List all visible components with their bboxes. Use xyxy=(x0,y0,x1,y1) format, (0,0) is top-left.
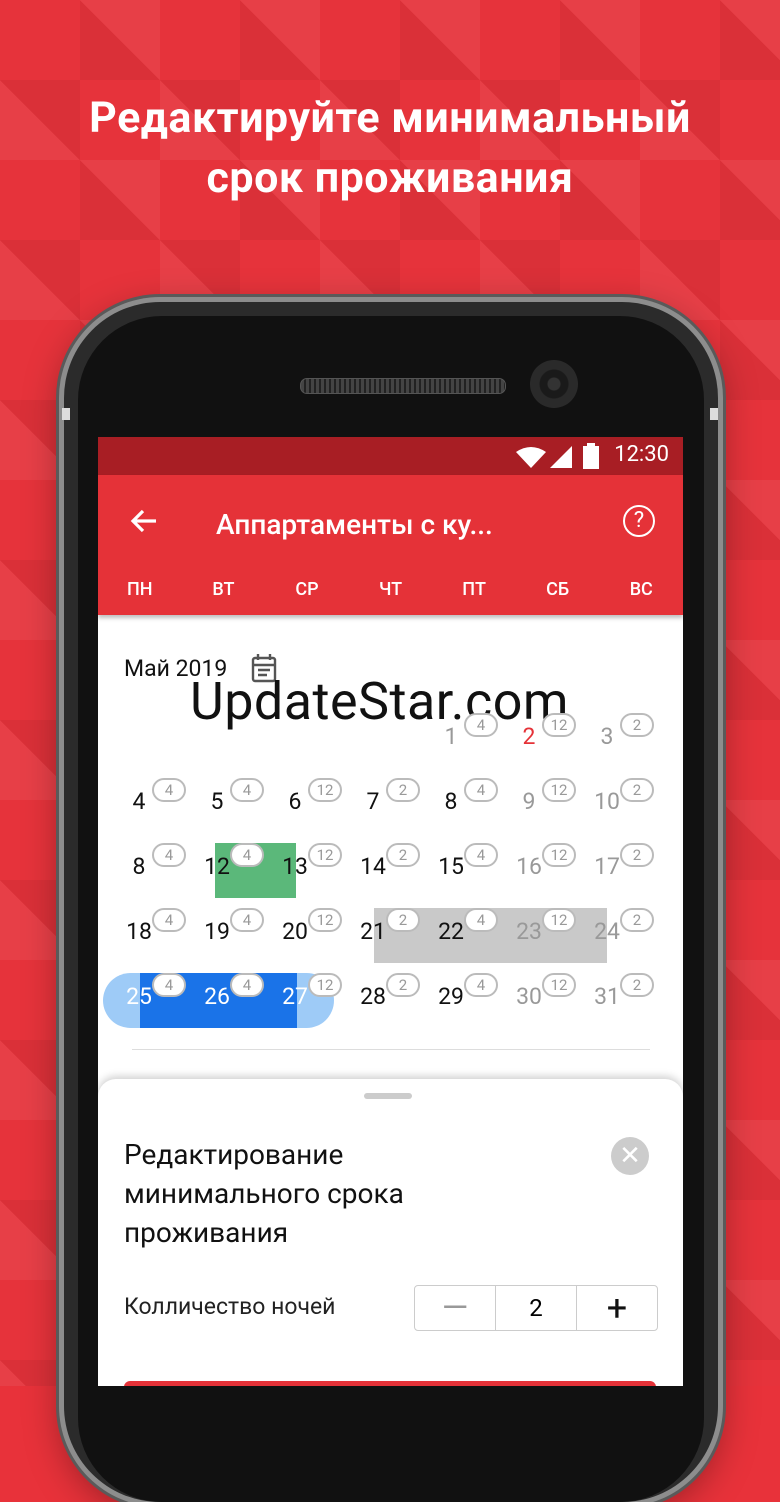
calendar-day[interactable]: 17 2 xyxy=(578,837,656,897)
min-stay-badge: 4 xyxy=(152,843,186,867)
back-arrow-icon[interactable] xyxy=(126,503,162,539)
app-title: Аппартаменты с ку... xyxy=(216,508,493,541)
min-stay-badge: 2 xyxy=(620,973,654,997)
min-stay-badge: 4 xyxy=(464,713,498,737)
calendar-day[interactable]: 14 xyxy=(422,707,500,767)
min-stay-badge: 2 xyxy=(386,973,420,997)
app-bar: Аппартаменты с ку... ? ПН ВТ СР ЧТ ПТ СБ ВС xyxy=(98,475,683,615)
weekday-label: ПТ xyxy=(462,579,486,600)
min-stay-badge: 4 xyxy=(152,778,186,802)
calendar-day[interactable]: 10 2 xyxy=(578,772,656,832)
min-stay-badge: 2 xyxy=(620,713,654,737)
calendar-day[interactable]: 15 4 xyxy=(422,837,500,897)
save-button[interactable] xyxy=(124,1381,656,1386)
calendar-day[interactable]: 212 xyxy=(344,902,422,962)
calendar-day[interactable]: 9 12 xyxy=(500,772,578,832)
weekday-label: ПН xyxy=(127,579,153,600)
calendar-day[interactable]: 28 2 xyxy=(344,967,422,1027)
status-time: 12:30 xyxy=(614,442,669,467)
calendar-day[interactable]: 212 xyxy=(500,707,578,767)
min-stay-badge: 4 xyxy=(230,778,264,802)
min-stay-badge: 4 xyxy=(152,973,186,997)
min-stay-badge: 4 xyxy=(230,973,264,997)
calendar-divider xyxy=(132,1049,650,1050)
weekday-label: ЧТ xyxy=(378,579,403,600)
increment-button[interactable]: + xyxy=(577,1286,657,1330)
min-stay-badge: 12 xyxy=(542,778,576,802)
min-stay-badge: 4 xyxy=(464,908,498,932)
calendar-day[interactable]: 14 2 xyxy=(344,837,422,897)
calendar-day[interactable]: 31 2 xyxy=(578,967,656,1027)
headline-line-1: Редактируйте минимальный xyxy=(89,93,691,143)
signal-icon xyxy=(550,446,572,468)
nights-value[interactable]: 2 xyxy=(495,1286,577,1330)
front-camera xyxy=(530,360,578,408)
calendar-day[interactable]: 44 xyxy=(110,772,188,832)
min-stay-badge: 2 xyxy=(386,778,420,802)
min-stay-badge: 4 xyxy=(230,843,264,867)
edit-min-stay-sheet: Редактирование минимального срока прожив… xyxy=(98,1079,683,1386)
calendar-day[interactable]: 13 12 xyxy=(266,837,344,897)
calendar-day[interactable]: 16 12 xyxy=(500,837,578,897)
nights-count-label: Колличество ночей xyxy=(124,1293,336,1320)
min-stay-badge: 4 xyxy=(230,908,264,932)
weekday-label: СБ xyxy=(546,579,570,600)
calendar-day[interactable]: 19 4 xyxy=(188,902,266,962)
calendar-day[interactable]: 29 4 xyxy=(422,967,500,1027)
sheet-title: Редактирование минимального срока прожив… xyxy=(124,1138,404,1249)
min-stay-badge: 4 xyxy=(464,843,498,867)
calendar-day[interactable]: 22 4 xyxy=(422,902,500,962)
calendar-day[interactable]: 54 xyxy=(188,772,266,832)
min-stay-badge: 12 xyxy=(542,908,576,932)
calendar-day[interactable]: 30 12 xyxy=(500,967,578,1027)
min-stay-badge: 2 xyxy=(620,778,654,802)
calendar-day[interactable]: 23 12 xyxy=(500,902,578,962)
app-screen: 12:30 Аппартаменты с ку... ? ПН ВТ СР ЧТ ПТ С… xyxy=(98,437,683,1386)
min-stay-badge: 2 xyxy=(386,843,420,867)
min-stay-badge: 12 xyxy=(308,973,342,997)
calendar-day[interactable]: 18 4 xyxy=(110,902,188,962)
calendar-day[interactable]: 12 4 xyxy=(188,837,266,897)
side-button-right xyxy=(710,408,718,420)
calendar-day[interactable]: 84 xyxy=(422,772,500,832)
calendar-day[interactable]: 20 12 xyxy=(266,902,344,962)
wifi-icon xyxy=(516,447,546,468)
calendar-day[interactable]: 6 12 xyxy=(266,772,344,832)
min-stay-badge: 2 xyxy=(620,843,654,867)
min-stay-badge: 4 xyxy=(464,778,498,802)
calendar-day[interactable]: 26 4 xyxy=(188,967,266,1027)
min-stay-badge: 4 xyxy=(152,908,186,932)
nights-stepper: — 2 + xyxy=(414,1285,658,1331)
min-stay-badge: 12 xyxy=(542,713,576,737)
status-bar: 12:30 xyxy=(98,437,683,475)
min-stay-badge: 12 xyxy=(308,843,342,867)
calendar-day[interactable]: 24 2 xyxy=(578,902,656,962)
min-stay-badge: 2 xyxy=(386,908,420,932)
calendar-grid: 1 4 2 12 3 2 4 4 5 4 6 12 7 2 8 4 9 12 10 2 8 4 12 4 13 12 14 2 15 4 1… xyxy=(98,707,683,1047)
close-icon[interactable]: ✕ xyxy=(611,1137,649,1175)
calendar-day[interactable]: 84 xyxy=(110,837,188,897)
help-icon[interactable]: ? xyxy=(623,505,655,537)
min-stay-badge: 12 xyxy=(308,908,342,932)
calendar-day[interactable]: 72 xyxy=(344,772,422,832)
weekday-label: ВТ xyxy=(212,579,235,600)
weekday-label: СР xyxy=(295,579,319,600)
min-stay-badge: 12 xyxy=(542,843,576,867)
min-stay-badge: 12 xyxy=(308,778,342,802)
speaker-grille xyxy=(300,378,506,394)
weekday-header: ПН ВТ СР ЧТ ПТ СБ ВС xyxy=(98,579,683,600)
weekday-label: ВС xyxy=(629,579,653,600)
min-stay-badge: 4 xyxy=(464,973,498,997)
decrement-button[interactable]: — xyxy=(415,1286,495,1330)
promo-headline: Редактируйте минимальный срок проживания xyxy=(0,88,780,208)
calendar-day[interactable]: 25 4 xyxy=(110,967,188,1027)
calendar-day[interactable]: 32 xyxy=(578,707,656,767)
calendar-day[interactable]: 27 12 xyxy=(266,967,344,1027)
sheet-drag-handle[interactable] xyxy=(364,1093,412,1099)
headline-line-2: срок проживания xyxy=(206,153,574,203)
battery-icon xyxy=(583,443,599,469)
side-button-left xyxy=(62,408,70,420)
min-stay-badge: 12 xyxy=(542,973,576,997)
min-stay-badge: 2 xyxy=(620,908,654,932)
